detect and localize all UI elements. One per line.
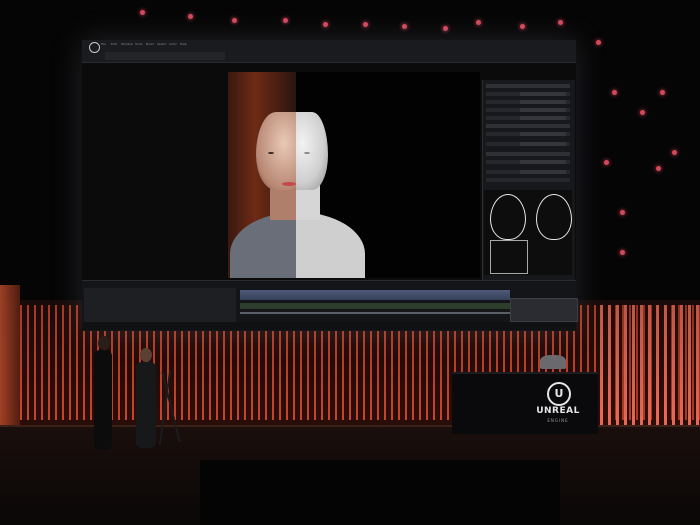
details-row	[486, 84, 570, 88]
details-field[interactable]	[520, 142, 566, 146]
sequencer-anim-track[interactable]	[240, 303, 510, 309]
details-field[interactable]	[520, 132, 566, 136]
unreal-engine-logo: U	[547, 382, 571, 406]
ceiling-light	[283, 18, 288, 23]
ceiling-light	[140, 10, 145, 15]
ceiling-light	[558, 20, 563, 25]
ceiling-light	[640, 110, 645, 115]
performer-neck	[270, 185, 320, 220]
metahuman-face-render	[296, 112, 328, 190]
right-eye	[304, 152, 310, 154]
details-field[interactable]	[520, 92, 566, 96]
ceiling-light	[323, 22, 328, 27]
ceiling-light	[232, 18, 237, 23]
ceiling-light	[612, 90, 617, 95]
notification-toast	[510, 298, 578, 322]
ceiling-light	[660, 90, 665, 95]
operator-monitor	[540, 355, 566, 369]
editor-status-bar	[82, 322, 576, 330]
editor-tab-strip[interactable]	[105, 52, 225, 60]
details-field[interactable]	[520, 170, 566, 174]
sequencer-audio-track[interactable]	[240, 290, 510, 300]
podium	[452, 372, 598, 434]
menu-item-help[interactable]: Help	[180, 42, 187, 46]
ceiling-light	[620, 250, 625, 255]
sequencer-track-list[interactable]	[84, 288, 236, 322]
ceiling-light	[363, 22, 368, 27]
ceiling-light	[596, 40, 601, 45]
performer-body	[136, 362, 156, 448]
menu-item-edit[interactable]: Edit	[111, 42, 117, 46]
ceiling-light	[443, 26, 448, 31]
details-field[interactable]	[520, 100, 566, 104]
face-board-head-left[interactable]	[490, 194, 526, 240]
sequencer-playhead-bar[interactable]	[240, 312, 510, 314]
performer-head	[140, 348, 152, 362]
left-eye	[268, 152, 274, 154]
details-row	[486, 124, 570, 128]
ceiling-light	[520, 24, 525, 29]
performer-face-video	[256, 112, 296, 190]
details-field[interactable]	[520, 108, 566, 112]
menu-item-tools[interactable]: Tools	[135, 42, 142, 46]
menu-item-build[interactable]: Build	[146, 42, 154, 46]
menu-item-window[interactable]: Window	[121, 42, 133, 46]
face-board-controls[interactable]	[490, 240, 528, 274]
details-field[interactable]	[520, 116, 566, 120]
face-board-head-right[interactable]	[536, 194, 572, 240]
ceiling-light	[620, 210, 625, 215]
details-row	[486, 178, 570, 182]
lips	[282, 182, 296, 186]
unreal-logo-icon	[89, 42, 100, 53]
presenter-left-body	[94, 350, 112, 450]
ceiling-light	[656, 166, 661, 171]
podium-sub: ENGINE	[547, 418, 569, 423]
menu-item-select[interactable]: Select	[157, 42, 166, 46]
stage-side-pillar	[0, 285, 20, 425]
ceiling-light	[402, 24, 407, 29]
menu-item-actor[interactable]: Actor	[169, 42, 177, 46]
stage-front-riser	[200, 460, 560, 525]
menu-item-file[interactable]: File	[101, 42, 106, 46]
ceiling-light	[672, 150, 677, 155]
presenter-left-head	[98, 336, 110, 350]
ceiling-light	[188, 14, 193, 19]
ceiling-light	[476, 20, 481, 25]
details-row	[486, 152, 570, 156]
details-field[interactable]	[520, 160, 566, 164]
ceiling-light	[604, 160, 609, 165]
podium-brand: UNREAL	[536, 406, 580, 416]
